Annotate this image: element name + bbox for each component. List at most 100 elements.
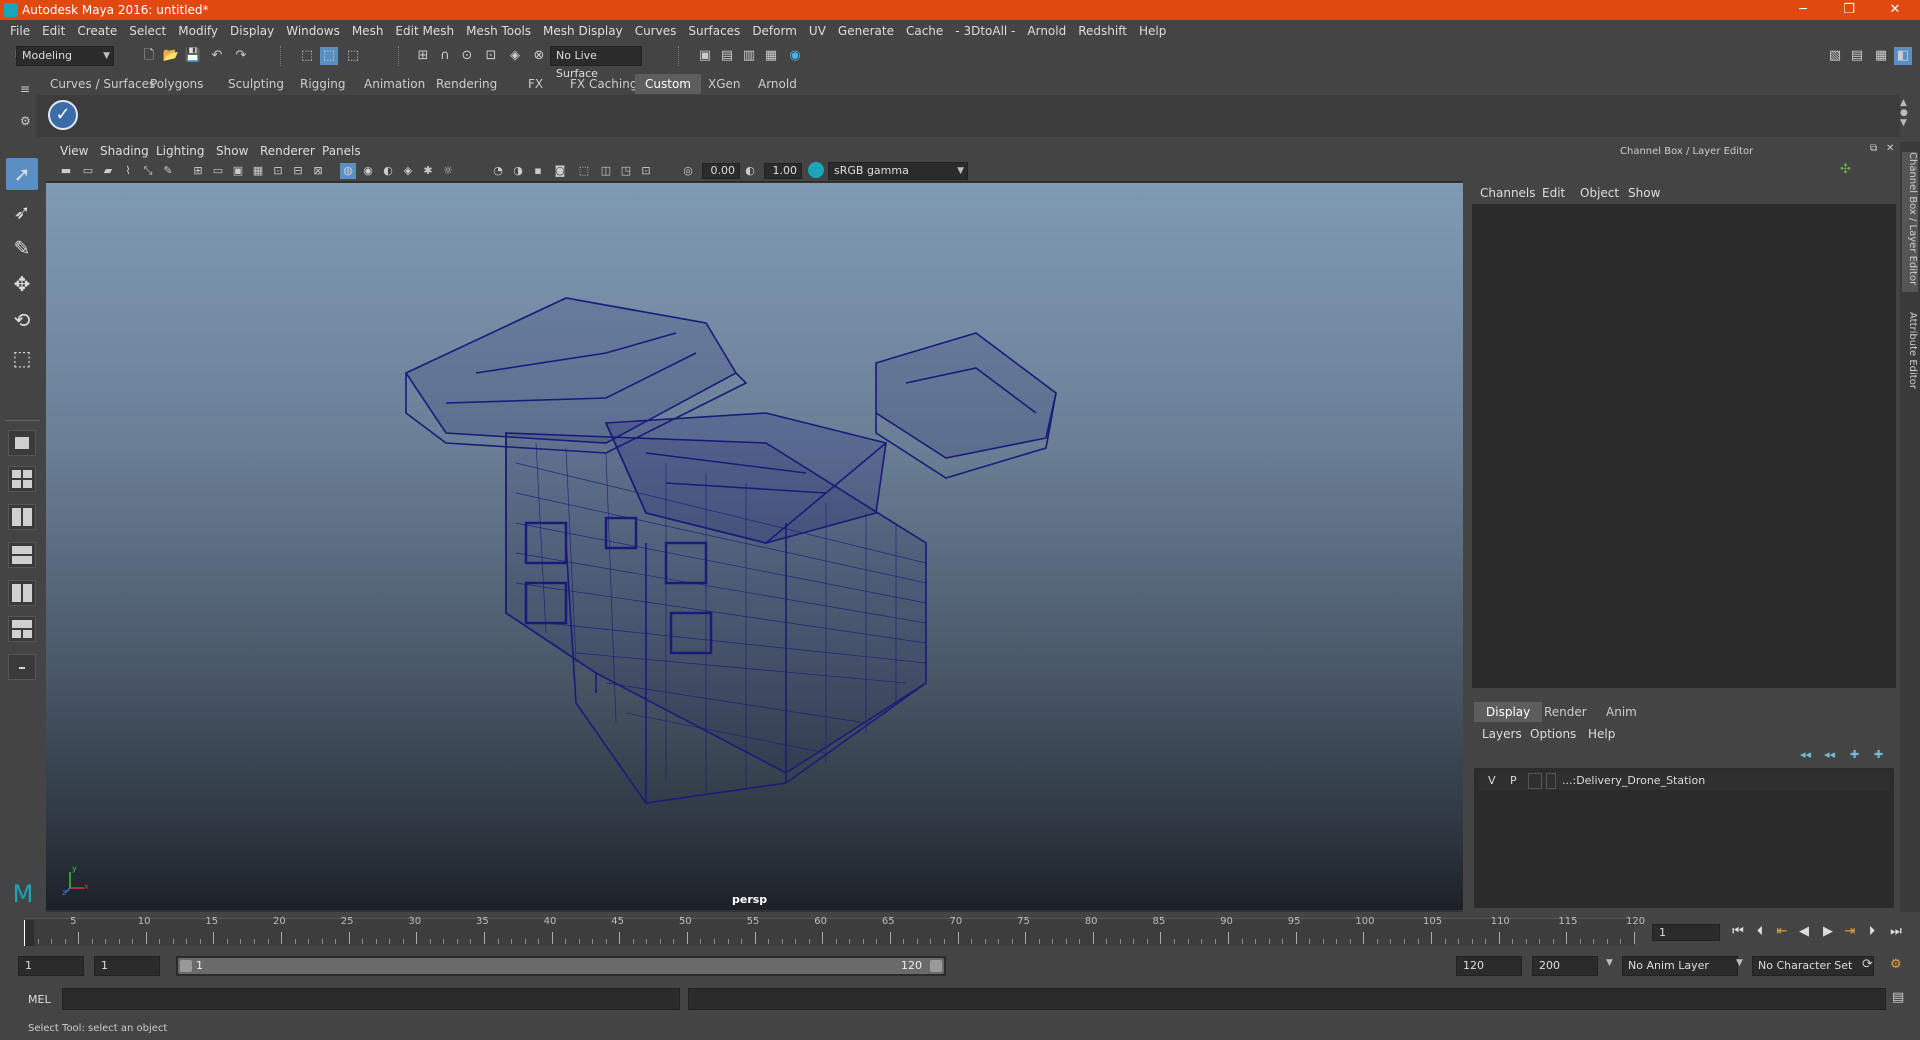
open-scene-icon[interactable]: 📂 — [162, 47, 180, 65]
render-settings-icon[interactable]: ▦ — [762, 47, 780, 65]
isolate-select-icon[interactable]: ⬚ — [576, 163, 592, 179]
four-pane-layout-button[interactable] — [8, 466, 36, 492]
image-plane-icon[interactable]: ⌇ — [120, 163, 136, 179]
exposure-field[interactable]: 0.00 — [702, 163, 740, 179]
menu-edit[interactable]: Edit — [36, 20, 71, 42]
textured-icon[interactable]: ◈ — [400, 163, 416, 179]
anti-aliasing-icon[interactable]: ▪ — [530, 163, 546, 179]
shelf-tab-custom[interactable]: Custom — [635, 74, 701, 94]
save-scene-icon[interactable]: 💾 — [184, 47, 202, 65]
move-layer-up-icon[interactable]: ◂◂ — [1800, 748, 1811, 761]
resolution-gate-icon[interactable]: ▣ — [230, 163, 246, 179]
toggle-editor-icon[interactable]: ▦ — [1872, 47, 1890, 65]
viewport-menu-lighting[interactable]: Lighting — [156, 144, 205, 158]
custom-layout-button[interactable] — [8, 654, 36, 680]
layer-menu-options[interactable]: Options — [1530, 727, 1576, 741]
hypershade-icon[interactable]: ◉ — [786, 47, 804, 65]
channel-box-menu-channels[interactable]: Channels — [1480, 186, 1536, 200]
color-management-icon[interactable] — [808, 162, 824, 178]
screen-space-ao-icon[interactable]: ◔ — [490, 163, 506, 179]
two-pane-layout-button[interactable] — [8, 504, 36, 530]
channel-box-toggle-icon[interactable]: ◧ — [1894, 47, 1912, 65]
viewport-menu-view[interactable]: View — [60, 144, 88, 158]
depth-of-field-icon[interactable]: ◙ — [552, 163, 568, 179]
wireframe-icon[interactable]: ◍ — [340, 163, 356, 179]
gamma-field[interactable]: 1.00 — [764, 163, 802, 179]
menu-curves[interactable]: Curves — [629, 20, 683, 42]
grease-pencil-icon[interactable]: ✎ — [160, 163, 176, 179]
layer-type-toggle[interactable] — [1528, 773, 1542, 789]
channel-box-menu-edit[interactable]: Edit — [1542, 186, 1565, 200]
undo-icon[interactable]: ↶ — [208, 47, 226, 65]
menu-edit-mesh[interactable]: Edit Mesh — [389, 20, 460, 42]
gamma-icon[interactable]: ◐ — [742, 163, 758, 179]
side-tab-channel-box[interactable]: Channel Box / Layer Editor — [1902, 152, 1918, 292]
snap-view-icon[interactable]: ⊡ — [482, 47, 500, 65]
safe-title-icon[interactable]: ⊠ — [310, 163, 326, 179]
shadows-icon[interactable]: ☼ — [440, 163, 456, 179]
step-back-frame-icon[interactable]: ⇤ — [1772, 922, 1792, 942]
shelf-tab-animation[interactable]: Animation — [354, 74, 435, 94]
layer-menu-help[interactable]: Help — [1588, 727, 1615, 741]
play-backward-icon[interactable]: ◀ — [1794, 922, 1814, 942]
side-tab-attribute-editor[interactable]: Attribute Editor — [1902, 312, 1918, 412]
range-slider[interactable]: 1 120 — [178, 958, 944, 974]
manipulator-icon[interactable]: ✣ — [1840, 162, 1851, 177]
menu-display[interactable]: Display — [224, 20, 280, 42]
menu-mesh-tools[interactable]: Mesh Tools — [460, 20, 537, 42]
menu-redshift[interactable]: Redshift — [1072, 20, 1133, 42]
menu-set-dropdown[interactable]: Modeling ▼ — [16, 46, 114, 66]
go-to-start-icon[interactable]: ⏮ — [1728, 922, 1748, 942]
playback-end-field[interactable]: 120 — [1456, 956, 1522, 976]
range-end-handle[interactable] — [930, 960, 942, 972]
shelf-tab-xgen[interactable]: XGen — [698, 74, 751, 94]
2d-pan-zoom-icon[interactable]: ⤡ — [140, 163, 156, 179]
camera-attr-icon[interactable]: ▭ — [80, 163, 96, 179]
perspective-viewport[interactable] — [46, 183, 1463, 910]
menu-cache[interactable]: Cache — [900, 20, 949, 42]
camera-icon[interactable]: ▬ — [58, 163, 74, 179]
paint-select-tool-icon[interactable]: ✎ — [6, 232, 38, 264]
menu-modify[interactable]: Modify — [172, 20, 224, 42]
persp-graph-layout-button[interactable] — [8, 580, 36, 606]
redo-icon[interactable]: ↷ — [232, 47, 250, 65]
move-tool-icon[interactable]: ✥ — [6, 268, 38, 300]
render-view-icon[interactable]: ▣ — [696, 47, 714, 65]
layer-visibility-toggle[interactable]: V — [1488, 773, 1496, 789]
wireframe-on-shaded-icon[interactable]: ◐ — [380, 163, 396, 179]
viewport-menu-show[interactable]: Show — [216, 144, 248, 158]
layer-tab-anim[interactable]: Anim — [1594, 702, 1649, 722]
scene-start-field[interactable]: 1 — [18, 956, 84, 976]
close-button[interactable]: ✕ — [1872, 0, 1918, 20]
snap-point-icon[interactable]: ⊙ — [458, 47, 476, 65]
menu-3dtoall[interactable]: - 3DtoAll - — [949, 20, 1021, 42]
persp-outliner-layout-button[interactable] — [8, 542, 36, 568]
scale-tool-icon[interactable]: ⬚ — [6, 342, 38, 374]
go-to-end-icon[interactable]: ⏭ — [1886, 922, 1906, 942]
channel-box-menu-show[interactable]: Show — [1628, 186, 1660, 200]
menu-help[interactable]: Help — [1133, 20, 1172, 42]
shelf-menu-icon[interactable]: ≡ — [20, 82, 30, 96]
shelf-tab-rigging[interactable]: Rigging — [290, 74, 355, 94]
film-gate-icon[interactable]: ▭ — [210, 163, 226, 179]
hypershade-layout-button[interactable] — [8, 616, 36, 642]
step-forward-frame-icon[interactable]: ⇥ — [1840, 922, 1860, 942]
layer-tab-render[interactable]: Render — [1532, 702, 1599, 722]
close-panel-icon[interactable]: ✕ — [1886, 143, 1894, 154]
shelf-tab-fx[interactable]: FX — [518, 74, 553, 94]
menu-surfaces[interactable]: Surfaces — [682, 20, 746, 42]
channel-box-menu-object[interactable]: Object — [1580, 186, 1619, 200]
shelf-settings-icon[interactable]: ⚙ — [20, 114, 31, 128]
shelf-tab-polygons[interactable]: Polygons — [140, 74, 213, 94]
auto-key-icon[interactable]: ⟳ — [1862, 957, 1873, 972]
rotate-tool-icon[interactable]: ⟲ — [6, 304, 38, 336]
menu-mesh-display[interactable]: Mesh Display — [537, 20, 629, 42]
select-object-icon[interactable]: ⬚ — [320, 47, 338, 65]
menu-select[interactable]: Select — [123, 20, 172, 42]
play-forward-icon[interactable]: ▶ — [1818, 922, 1838, 942]
smooth-shade-icon[interactable]: ◉ — [360, 163, 376, 179]
layer-color-swatch[interactable] — [1546, 773, 1556, 789]
xray-icon[interactable]: ◫ — [598, 163, 614, 179]
select-component-icon[interactable]: ⬚ — [344, 47, 362, 65]
snap-surface-icon[interactable]: ◈ — [506, 47, 524, 65]
